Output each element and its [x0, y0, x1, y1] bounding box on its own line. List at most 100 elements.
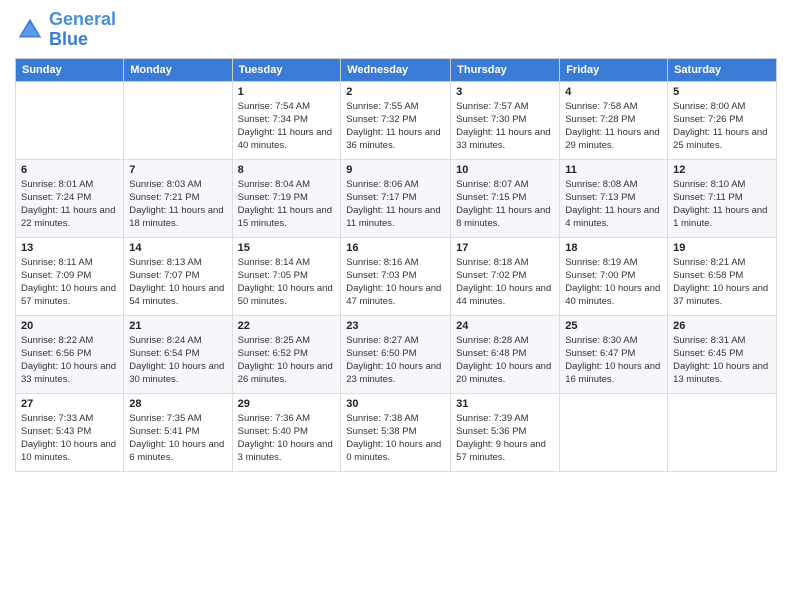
calendar-cell: 3 Sunrise: 7:57 AM Sunset: 7:30 PM Daylig…: [451, 81, 560, 159]
logo-general: General: [49, 9, 116, 29]
day-info: Sunrise: 8:27 AM Sunset: 6:50 PM Dayligh…: [346, 334, 445, 387]
page: General Blue SundayMondayTuesdayWednesda…: [0, 0, 792, 612]
calendar-week-row: 13 Sunrise: 8:11 AM Sunset: 7:09 PM Dayli…: [16, 237, 777, 315]
calendar-cell: 5 Sunrise: 8:00 AM Sunset: 7:26 PM Daylig…: [668, 81, 777, 159]
day-number: 17: [456, 242, 554, 254]
calendar-cell: 4 Sunrise: 7:58 AM Sunset: 7:28 PM Daylig…: [560, 81, 668, 159]
calendar-header-row: SundayMondayTuesdayWednesdayThursdayFrid…: [16, 58, 777, 81]
day-info: Sunrise: 8:22 AM Sunset: 6:56 PM Dayligh…: [21, 334, 118, 387]
day-info: Sunrise: 7:58 AM Sunset: 7:28 PM Dayligh…: [565, 100, 662, 153]
calendar-cell: 28 Sunrise: 7:35 AM Sunset: 5:41 PM Dayli…: [124, 393, 232, 471]
day-info: Sunrise: 8:08 AM Sunset: 7:13 PM Dayligh…: [565, 178, 662, 231]
weekday-header: Sunday: [16, 58, 124, 81]
calendar-week-row: 1 Sunrise: 7:54 AM Sunset: 7:34 PM Daylig…: [16, 81, 777, 159]
calendar-cell: 26 Sunrise: 8:31 AM Sunset: 6:45 PM Dayli…: [668, 315, 777, 393]
day-info: Sunrise: 8:31 AM Sunset: 6:45 PM Dayligh…: [673, 334, 771, 387]
day-number: 18: [565, 242, 662, 254]
day-number: 10: [456, 164, 554, 176]
day-number: 23: [346, 320, 445, 332]
day-info: Sunrise: 8:01 AM Sunset: 7:24 PM Dayligh…: [21, 178, 118, 231]
calendar-cell: 15 Sunrise: 8:14 AM Sunset: 7:05 PM Dayli…: [232, 237, 341, 315]
calendar-cell: 2 Sunrise: 7:55 AM Sunset: 7:32 PM Daylig…: [341, 81, 451, 159]
day-number: 29: [238, 398, 336, 410]
day-number: 13: [21, 242, 118, 254]
calendar-cell: 6 Sunrise: 8:01 AM Sunset: 7:24 PM Daylig…: [16, 159, 124, 237]
day-info: Sunrise: 8:25 AM Sunset: 6:52 PM Dayligh…: [238, 334, 336, 387]
day-number: 27: [21, 398, 118, 410]
day-number: 20: [21, 320, 118, 332]
weekday-header: Wednesday: [341, 58, 451, 81]
logo-icon: [15, 15, 45, 45]
calendar-cell: 7Sunrise: 8:03 AM Sunset: 7:21 PM Daylig…: [124, 159, 232, 237]
day-info: Sunrise: 7:33 AM Sunset: 5:43 PM Dayligh…: [21, 412, 118, 465]
weekday-header: Friday: [560, 58, 668, 81]
calendar-cell: [560, 393, 668, 471]
day-number: 3: [456, 86, 554, 98]
day-number: 11: [565, 164, 662, 176]
weekday-header: Monday: [124, 58, 232, 81]
calendar-week-row: 20 Sunrise: 8:22 AM Sunset: 6:56 PM Dayli…: [16, 315, 777, 393]
day-number: 14: [129, 242, 226, 254]
day-info: Sunrise: 8:11 AM Sunset: 7:09 PM Dayligh…: [21, 256, 118, 309]
day-info: Sunrise: 8:04 AM Sunset: 7:19 PM Dayligh…: [238, 178, 336, 231]
day-number: 22: [238, 320, 336, 332]
day-number: 21: [129, 320, 226, 332]
day-info: Sunrise: 8:30 AM Sunset: 6:47 PM Dayligh…: [565, 334, 662, 387]
day-number: 4: [565, 86, 662, 98]
day-number: 2: [346, 86, 445, 98]
logo: General Blue: [15, 10, 116, 50]
calendar-table: SundayMondayTuesdayWednesdayThursdayFrid…: [15, 58, 777, 472]
day-info: Sunrise: 7:54 AM Sunset: 7:34 PM Dayligh…: [238, 100, 336, 153]
day-number: 5: [673, 86, 771, 98]
day-info: Sunrise: 8:14 AM Sunset: 7:05 PM Dayligh…: [238, 256, 336, 309]
day-number: 28: [129, 398, 226, 410]
calendar-cell: 14Sunrise: 8:13 AM Sunset: 7:07 PM Dayli…: [124, 237, 232, 315]
calendar-cell: 31Sunrise: 7:39 AM Sunset: 5:36 PM Dayli…: [451, 393, 560, 471]
day-number: 15: [238, 242, 336, 254]
calendar-cell: 13 Sunrise: 8:11 AM Sunset: 7:09 PM Dayli…: [16, 237, 124, 315]
calendar-cell: 19Sunrise: 8:21 AM Sunset: 6:58 PM Dayli…: [668, 237, 777, 315]
day-info: Sunrise: 7:39 AM Sunset: 5:36 PM Dayligh…: [456, 412, 554, 465]
day-number: 25: [565, 320, 662, 332]
calendar-cell: 21 Sunrise: 8:24 AM Sunset: 6:54 PM Dayli…: [124, 315, 232, 393]
calendar-cell: 10 Sunrise: 8:07 AM Sunset: 7:15 PM Dayli…: [451, 159, 560, 237]
calendar-cell: [124, 81, 232, 159]
calendar-cell: 16Sunrise: 8:16 AM Sunset: 7:03 PM Dayli…: [341, 237, 451, 315]
day-info: Sunrise: 8:19 AM Sunset: 7:00 PM Dayligh…: [565, 256, 662, 309]
calendar-week-row: 6 Sunrise: 8:01 AM Sunset: 7:24 PM Daylig…: [16, 159, 777, 237]
day-number: 30: [346, 398, 445, 410]
day-number: 1: [238, 86, 336, 98]
day-info: Sunrise: 7:38 AM Sunset: 5:38 PM Dayligh…: [346, 412, 445, 465]
day-number: 12: [673, 164, 771, 176]
weekday-header: Thursday: [451, 58, 560, 81]
calendar-cell: 25 Sunrise: 8:30 AM Sunset: 6:47 PM Dayli…: [560, 315, 668, 393]
day-info: Sunrise: 8:07 AM Sunset: 7:15 PM Dayligh…: [456, 178, 554, 231]
day-info: Sunrise: 7:55 AM Sunset: 7:32 PM Dayligh…: [346, 100, 445, 153]
day-info: Sunrise: 7:35 AM Sunset: 5:41 PM Dayligh…: [129, 412, 226, 465]
day-info: Sunrise: 7:57 AM Sunset: 7:30 PM Dayligh…: [456, 100, 554, 153]
calendar-cell: 11 Sunrise: 8:08 AM Sunset: 7:13 PM Dayli…: [560, 159, 668, 237]
day-number: 9: [346, 164, 445, 176]
weekday-header: Saturday: [668, 58, 777, 81]
day-info: Sunrise: 8:21 AM Sunset: 6:58 PM Dayligh…: [673, 256, 771, 309]
day-info: Sunrise: 8:24 AM Sunset: 6:54 PM Dayligh…: [129, 334, 226, 387]
day-number: 8: [238, 164, 336, 176]
calendar-cell: 8 Sunrise: 8:04 AM Sunset: 7:19 PM Daylig…: [232, 159, 341, 237]
logo-blue: Blue: [49, 30, 116, 50]
header: General Blue: [15, 10, 777, 50]
calendar-cell: 24Sunrise: 8:28 AM Sunset: 6:48 PM Dayli…: [451, 315, 560, 393]
day-number: 6: [21, 164, 118, 176]
calendar-cell: 20 Sunrise: 8:22 AM Sunset: 6:56 PM Dayli…: [16, 315, 124, 393]
calendar-cell: 18 Sunrise: 8:19 AM Sunset: 7:00 PM Dayli…: [560, 237, 668, 315]
day-info: Sunrise: 7:36 AM Sunset: 5:40 PM Dayligh…: [238, 412, 336, 465]
calendar-cell: 12 Sunrise: 8:10 AM Sunset: 7:11 PM Dayli…: [668, 159, 777, 237]
weekday-header: Tuesday: [232, 58, 341, 81]
day-number: 24: [456, 320, 554, 332]
day-info: Sunrise: 8:00 AM Sunset: 7:26 PM Dayligh…: [673, 100, 771, 153]
calendar-cell: 23 Sunrise: 8:27 AM Sunset: 6:50 PM Dayli…: [341, 315, 451, 393]
calendar-cell: [668, 393, 777, 471]
calendar-cell: 1 Sunrise: 7:54 AM Sunset: 7:34 PM Daylig…: [232, 81, 341, 159]
day-info: Sunrise: 8:18 AM Sunset: 7:02 PM Dayligh…: [456, 256, 554, 309]
day-number: 26: [673, 320, 771, 332]
day-info: Sunrise: 8:10 AM Sunset: 7:11 PM Dayligh…: [673, 178, 771, 231]
